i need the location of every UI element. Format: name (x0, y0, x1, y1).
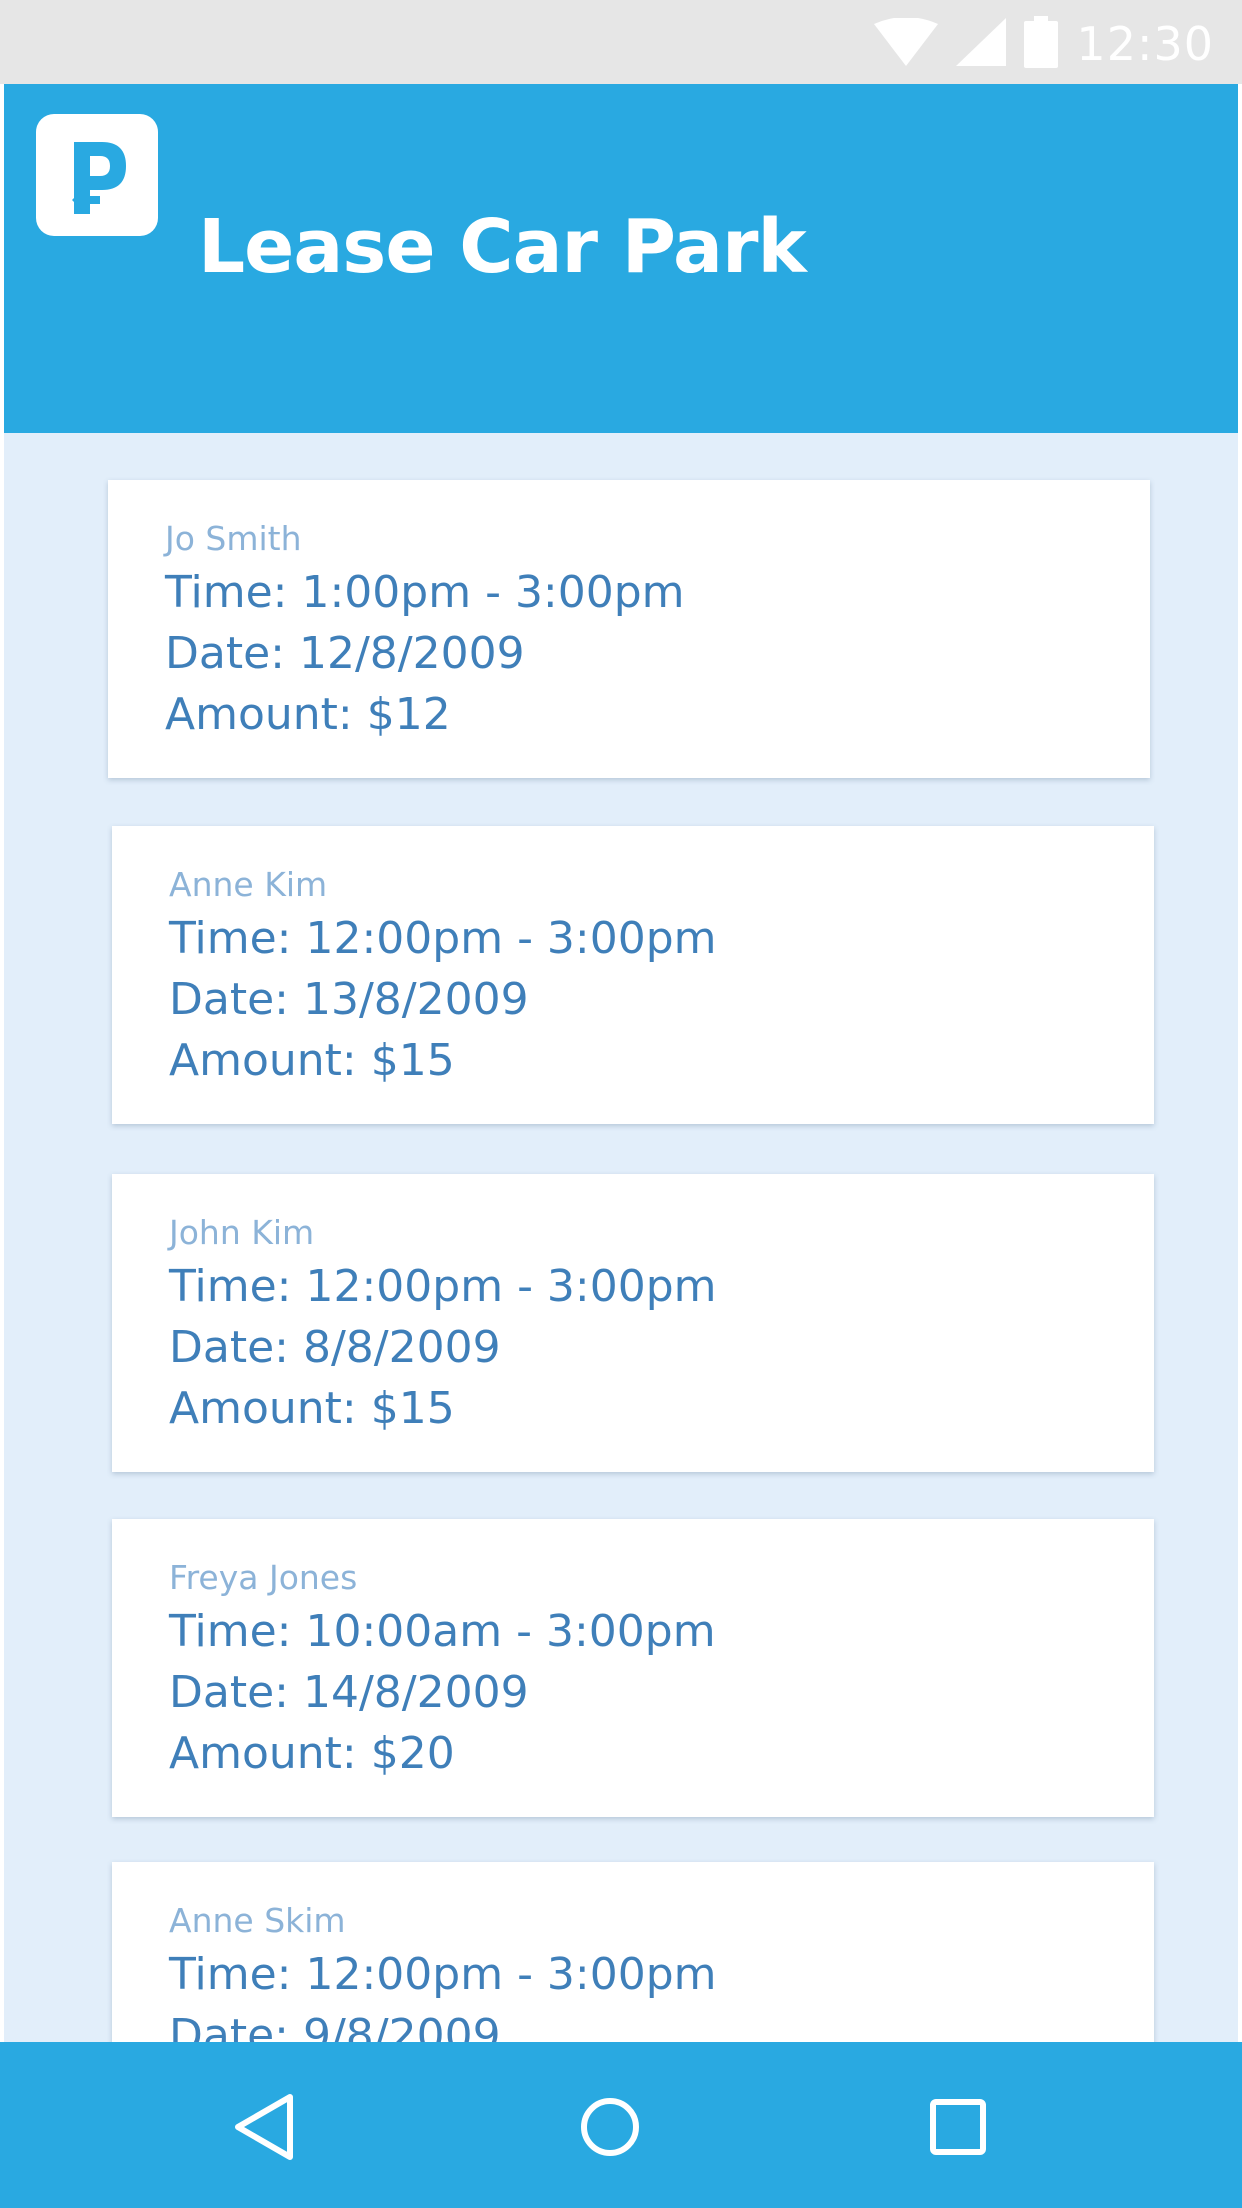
battery-icon (1024, 15, 1059, 73)
navigation-bar (0, 2042, 1242, 2208)
booking-card[interactable]: Anne Kim Time: 12:00pm - 3:00pm Date: 13… (112, 826, 1154, 1124)
status-icons: 12:30 (874, 15, 1214, 73)
booking-card[interactable]: John Kim Time: 12:00pm - 3:00pm Date: 8/… (112, 1174, 1154, 1472)
booking-time: Time: 10:00am - 3:00pm (169, 1606, 716, 1657)
booking-date: Date: 12/8/2009 (165, 628, 525, 679)
status-bar: 12:30 (0, 0, 1242, 84)
booking-time: Time: 12:00pm - 3:00pm (169, 913, 717, 964)
booking-amount: Amount: $15 (169, 1035, 455, 1086)
booking-name: John Kim (169, 1213, 315, 1252)
booking-amount: Amount: $12 (165, 689, 451, 740)
app-title: Lease Car Park (198, 204, 807, 290)
booking-name: Anne Kim (169, 865, 328, 904)
booking-time: Time: 12:00pm - 3:00pm (169, 1261, 717, 1312)
booking-card[interactable]: Anne Skim Time: 12:00pm - 3:00pm Date: 9… (112, 1862, 1154, 2042)
recents-icon[interactable] (903, 2072, 1013, 2182)
booking-amount: Amount: $20 (169, 1728, 455, 1779)
signal-icon (956, 17, 1007, 71)
booking-name: Freya Jones (169, 1558, 358, 1597)
status-time: 12:30 (1076, 17, 1214, 71)
parking-logo-icon (36, 114, 158, 236)
booking-time: Time: 1:00pm - 3:00pm (165, 567, 685, 618)
back-icon[interactable] (210, 2072, 320, 2182)
booking-name: Anne Skim (169, 1901, 346, 1940)
booking-card[interactable]: Jo Smith Time: 1:00pm - 3:00pm Date: 12/… (108, 480, 1150, 778)
booking-date: Date: 8/8/2009 (169, 1322, 501, 1373)
home-icon[interactable] (555, 2072, 665, 2182)
booking-date: Date: 14/8/2009 (169, 1667, 529, 1718)
booking-list: Jo Smith Time: 1:00pm - 3:00pm Date: 12/… (4, 433, 1238, 2042)
booking-date: Date: 13/8/2009 (169, 974, 529, 1025)
wifi-icon (874, 16, 939, 71)
booking-card[interactable]: Freya Jones Time: 10:00am - 3:00pm Date:… (112, 1519, 1154, 1817)
booking-date: Date: 9/8/2009 (169, 2010, 501, 2042)
booking-amount: Amount: $15 (169, 1383, 455, 1434)
booking-name: Jo Smith (165, 519, 302, 558)
booking-time: Time: 12:00pm - 3:00pm (169, 1949, 717, 2000)
